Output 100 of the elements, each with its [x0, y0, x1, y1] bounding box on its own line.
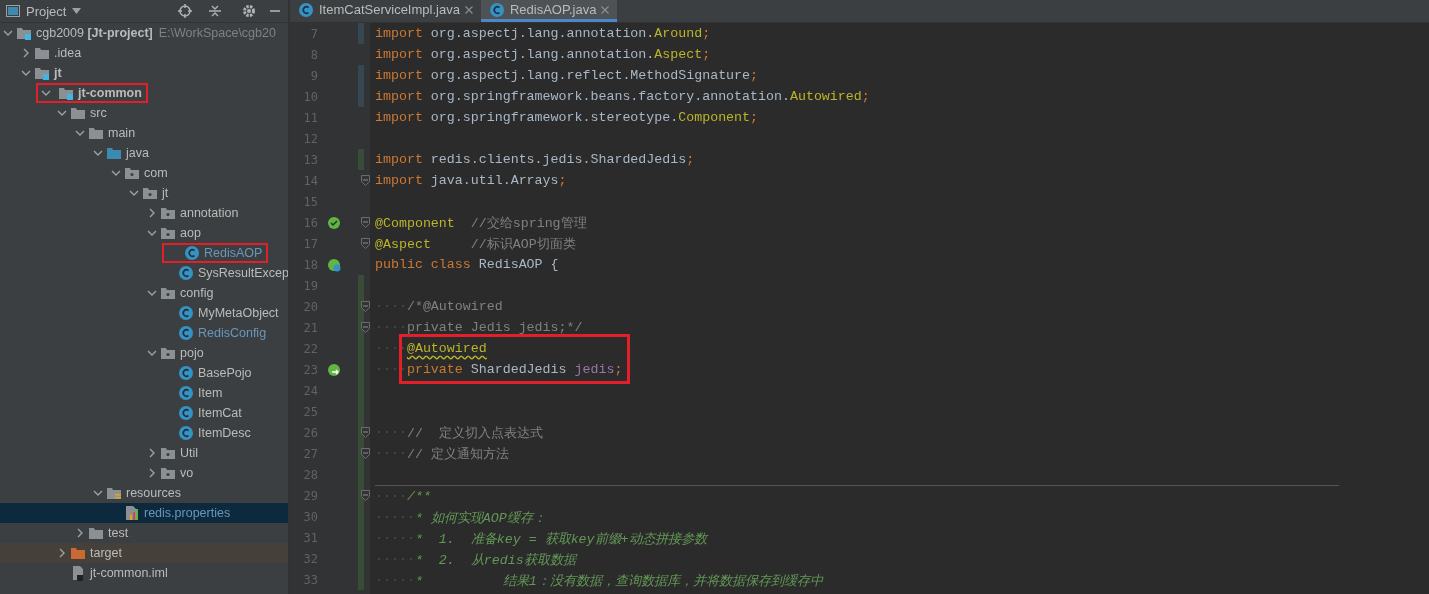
highlight-frame: jt-common [36, 83, 148, 103]
chevron-icon[interactable] [3, 28, 13, 38]
tree-item[interactable]: target [0, 543, 288, 563]
code-line: /*@Autowired [406, 299, 503, 314]
change-marker[interactable] [358, 65, 364, 86]
collapse-icon[interactable] [208, 4, 222, 18]
class-icon [488, 1, 505, 18]
fold-icon[interactable] [361, 301, 370, 312]
fold-icon[interactable] [361, 175, 370, 186]
tree-item[interactable]: ItemDesc [0, 423, 288, 443]
chevron-icon[interactable] [147, 448, 157, 458]
class-icon [178, 425, 194, 441]
tree-item[interactable]: main [0, 123, 288, 143]
tree-item[interactable]: cgb2009 [Jt-project] E:\WorkSpace\cgb20 [0, 23, 288, 43]
code-line: import org.aspectj.lang.reflect.MethodSignature; [375, 68, 759, 83]
tree-item[interactable]: jt-common [0, 83, 288, 103]
tree-item[interactable]: config [0, 283, 288, 303]
folder-icon [106, 485, 122, 501]
class-icon [178, 365, 194, 381]
chevron-icon[interactable] [21, 68, 31, 78]
editor-tab[interactable]: ItemCatServiceImpl.java [290, 0, 481, 22]
code-line: import java.util.Arrays; [375, 173, 567, 188]
code-line: @Aspect //标识AOP切面类 [375, 235, 576, 253]
code-line: // 定义切入点表达式 [406, 424, 543, 442]
tree-item[interactable]: src [0, 103, 288, 123]
code-line: * 结果1：没有数据，查询数据库，并将数据保存到缓存中 [414, 572, 823, 590]
tree-item[interactable]: RedisAOP [0, 243, 288, 263]
change-marker[interactable] [358, 149, 364, 170]
chevron-icon[interactable] [147, 348, 157, 358]
change-marker[interactable] [358, 23, 364, 44]
class-icon [178, 305, 194, 321]
dropdown-icon[interactable] [72, 8, 82, 14]
tree-item[interactable]: java [0, 143, 288, 163]
tree-item[interactable]: annotation [0, 203, 288, 223]
module-folder-icon [58, 85, 74, 101]
tree-item[interactable]: Util [0, 443, 288, 463]
tree-item[interactable]: RedisConfig [0, 323, 288, 343]
chevron-icon[interactable] [129, 188, 139, 198]
class-icon [178, 265, 194, 281]
folder-icon [88, 125, 104, 141]
tree-item[interactable]: jt [0, 183, 288, 203]
chevron-icon[interactable] [41, 88, 51, 98]
whitespace-dots: ····· [375, 510, 415, 525]
change-marker[interactable] [358, 86, 364, 107]
chevron-icon[interactable] [75, 528, 85, 538]
properties-file-icon [124, 505, 140, 521]
code-line: import org.springframework.beans.factory.annotation.Autowired; [375, 89, 870, 104]
whitespace-dots: ···· [375, 299, 407, 314]
chevron-icon[interactable] [147, 208, 157, 218]
class-icon [184, 245, 200, 261]
tree-item[interactable]: jt [0, 63, 288, 83]
tree-item[interactable]: BasePojo [0, 363, 288, 383]
fold-icon[interactable] [361, 490, 370, 501]
panel-title[interactable]: Project [26, 3, 67, 19]
package-icon [160, 225, 176, 241]
chevron-icon[interactable] [147, 288, 157, 298]
chevron-icon[interactable] [75, 128, 85, 138]
bean-icon[interactable] [327, 257, 341, 272]
package-icon [160, 285, 176, 301]
tree-item[interactable]: test [0, 523, 288, 543]
change-marker[interactable] [358, 275, 364, 296]
class-icon [298, 1, 314, 18]
tree-item[interactable]: ItemCat [0, 403, 288, 423]
chevron-icon[interactable] [57, 108, 67, 118]
tree-item[interactable]: .idea [0, 43, 288, 63]
autowired-icon[interactable] [327, 362, 341, 377]
chevron-icon[interactable] [57, 548, 67, 558]
tree-item[interactable]: resources [0, 483, 288, 503]
tree-item[interactable]: aop [0, 223, 288, 243]
tree-item[interactable]: MyMetaObject [0, 303, 288, 323]
tree-item[interactable]: vo [0, 463, 288, 483]
fold-icon[interactable] [361, 238, 370, 249]
tree-item[interactable]: SysResultExcep [0, 263, 288, 283]
chevron-icon[interactable] [93, 148, 103, 158]
settings-icon[interactable] [242, 4, 256, 18]
bean-icon[interactable] [327, 215, 341, 230]
package-icon [160, 465, 176, 481]
tree-item[interactable]: pojo [0, 343, 288, 363]
tree-item[interactable]: com [0, 163, 288, 183]
fold-icon[interactable] [361, 448, 370, 459]
fold-icon[interactable] [361, 322, 370, 333]
tree-item[interactable]: jt-common.iml [0, 563, 288, 583]
code-line: import redis.clients.jedis.ShardedJedis; [375, 152, 695, 167]
tree-item[interactable]: redis.properties [0, 503, 288, 523]
close-icon[interactable] [464, 5, 473, 14]
tree-item[interactable]: Item [0, 383, 288, 403]
close-icon[interactable] [601, 5, 610, 14]
chevron-icon[interactable] [147, 228, 157, 238]
chevron-icon[interactable] [21, 48, 31, 58]
chevron-icon[interactable] [147, 468, 157, 478]
chevron-icon[interactable] [93, 488, 103, 498]
chevron-icon[interactable] [111, 168, 121, 178]
editor-tab[interactable]: RedisAOP.java [480, 0, 618, 22]
change-marker[interactable] [358, 569, 364, 590]
locate-icon[interactable] [178, 4, 192, 18]
code-line: /** [406, 489, 431, 504]
code-line: @Component //交给spring管理 [375, 214, 587, 232]
code-line: import org.aspectj.lang.annotation.Around; [375, 26, 711, 41]
fold-icon[interactable] [361, 427, 370, 438]
fold-icon[interactable] [361, 217, 370, 228]
